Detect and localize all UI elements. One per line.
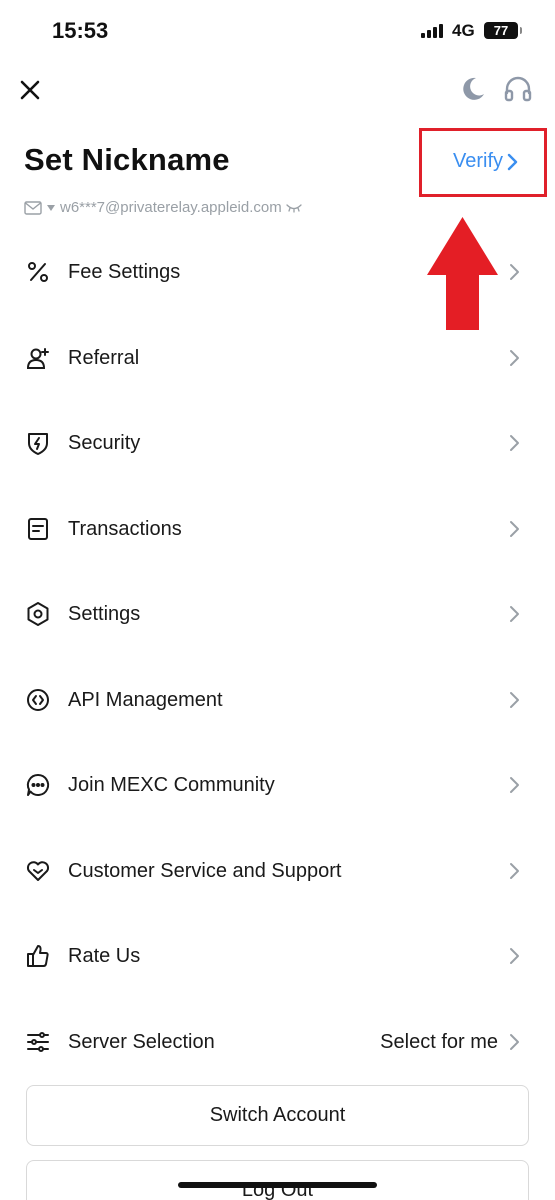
log-out-button[interactable]: Log Out [26, 1160, 529, 1200]
mail-icon [24, 200, 42, 215]
status-bar: 15:53 4G 77 [0, 0, 555, 60]
gear-icon [27, 602, 49, 626]
menu-label: API Management [68, 688, 223, 711]
menu-item-transactions[interactable]: Transactions [0, 499, 555, 559]
page-title[interactable]: Set Nickname [24, 142, 230, 178]
headset-icon[interactable] [502, 73, 534, 105]
sliders-icon [27, 1032, 49, 1052]
heart-icon [26, 861, 50, 881]
email-text: w6***7@privaterelay.appleid.com [60, 199, 282, 216]
menu-label: Fee Settings [68, 260, 181, 283]
api-icon [27, 689, 49, 711]
menu-item-settings[interactable]: Settings [0, 584, 555, 644]
chevron-right-icon [510, 948, 519, 964]
menu-item-rate-us[interactable]: Rate Us [0, 926, 555, 986]
percent-icon [28, 262, 48, 282]
status-time: 15:53 [52, 18, 109, 43]
switch-account-button[interactable]: Switch Account [26, 1085, 529, 1146]
chevron-right-icon [510, 606, 519, 622]
verify-link[interactable]: Verify [453, 150, 519, 173]
account-email[interactable]: w6***7@privaterelay.appleid.com [24, 199, 302, 216]
close-icon[interactable] [14, 74, 46, 106]
chevron-right-icon [510, 692, 519, 708]
menu-label: Transactions [68, 517, 182, 540]
chevron-right-icon [510, 435, 519, 451]
thumbs-up-icon [27, 945, 49, 967]
chevron-right-icon [510, 521, 519, 537]
menu-label: Customer Service and Support [68, 859, 342, 882]
battery-level: 77 [493, 23, 509, 38]
verify-label: Verify [453, 150, 504, 172]
server-selection-value: Select for me [380, 1030, 498, 1053]
network-type: 4G [452, 21, 475, 40]
chevron-right-icon [510, 350, 519, 366]
moon-icon[interactable] [458, 74, 488, 104]
battery-icon: 77 [484, 22, 522, 39]
menu-label: Settings [68, 602, 141, 625]
menu-label: Join MEXC Community [68, 773, 275, 796]
menu-item-referral[interactable]: Referral [0, 328, 555, 388]
add-user-icon [26, 348, 49, 369]
menu-item-customer-service[interactable]: Customer Service and Support [0, 841, 555, 901]
chevron-right-icon [507, 153, 518, 170]
chevron-right-icon [510, 1034, 519, 1050]
menu-label: Server Selection [68, 1030, 215, 1053]
menu-label: Referral [68, 346, 140, 369]
menu-item-join-community[interactable]: Join MEXC Community [0, 755, 555, 815]
menu-item-fee-settings[interactable]: Fee Settings [0, 242, 555, 302]
chevron-right-icon [510, 777, 519, 793]
menu-item-security[interactable]: Security [0, 413, 555, 473]
hidden-eye-icon[interactable] [286, 203, 302, 213]
caret-down-icon [47, 204, 55, 211]
menu-label: Security [68, 431, 141, 454]
chat-icon [26, 773, 50, 796]
menu-item-server-selection[interactable]: Server Selection Select for me [0, 1012, 555, 1072]
document-icon [28, 518, 48, 540]
menu-item-api-management[interactable]: API Management [0, 670, 555, 730]
menu-label: Rate Us [68, 944, 141, 967]
chevron-right-icon [510, 264, 519, 280]
home-indicator [178, 1182, 377, 1188]
signal-icon [421, 24, 443, 38]
chevron-right-icon [510, 863, 519, 879]
shield-icon [28, 433, 48, 455]
